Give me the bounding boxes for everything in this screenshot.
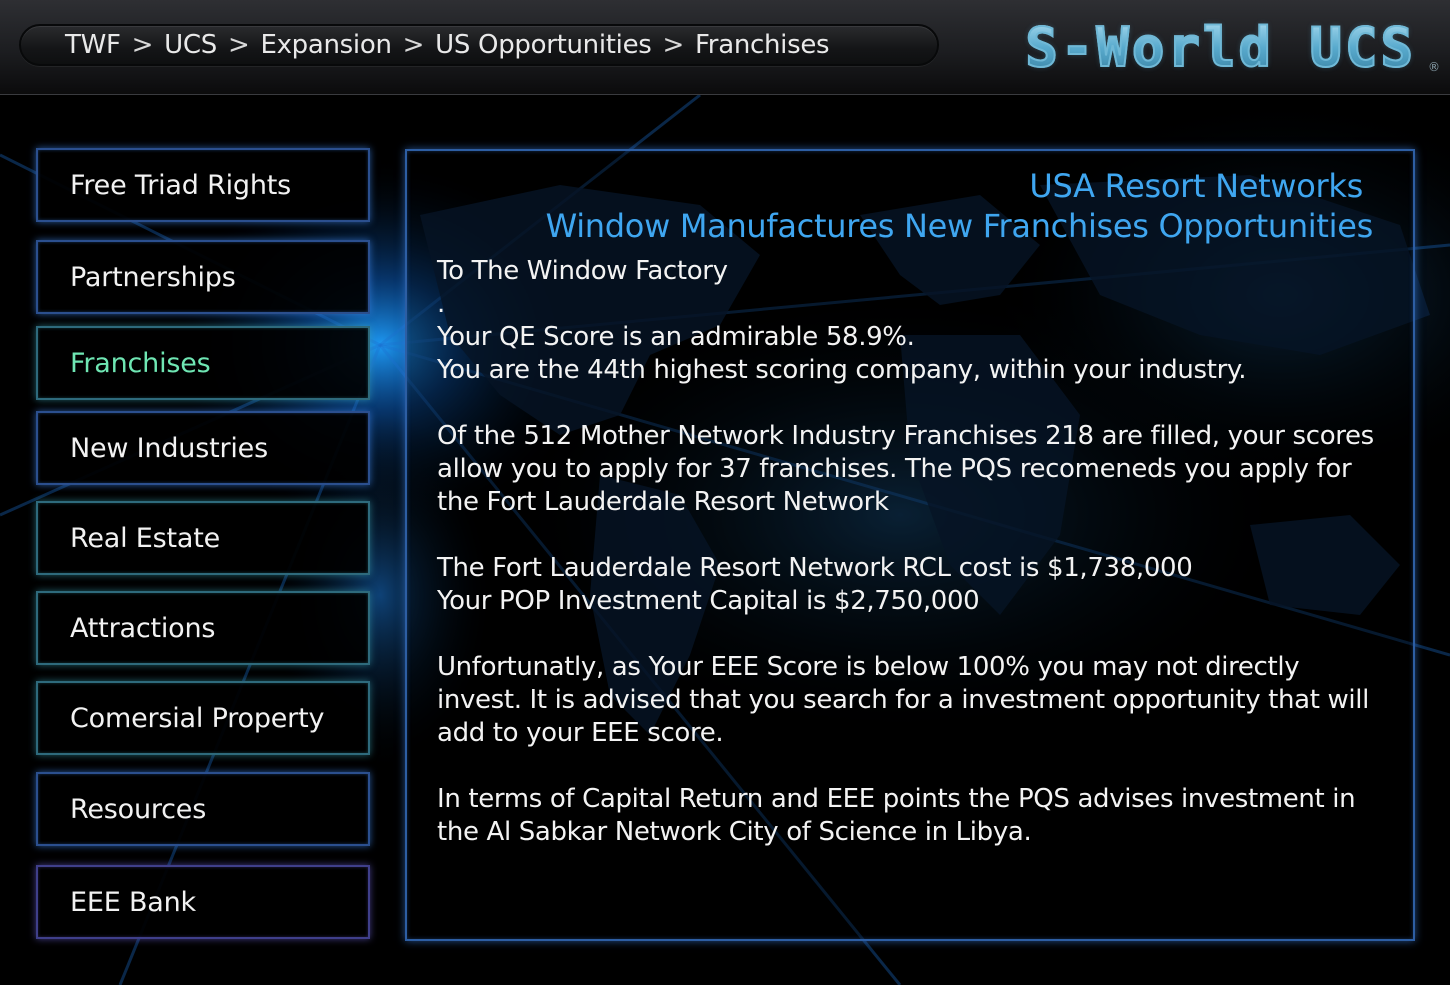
sidebar-item-free-triad-rights[interactable]: Free Triad Rights: [36, 148, 370, 222]
advice-paragraph: In terms of Capital Return and EEE point…: [437, 784, 1356, 847]
dot-text: .: [437, 289, 445, 319]
breadcrumb-item-twf[interactable]: TWF: [65, 30, 121, 60]
breadcrumb-separator: >: [662, 30, 685, 60]
sidebar-item-comersial-property[interactable]: Comersial Property: [36, 681, 370, 755]
registered-mark: ®: [1428, 60, 1440, 74]
content-panel: USA Resort Networks Window Manufactures …: [405, 149, 1415, 941]
greeting-text: To The Window Factory: [437, 256, 728, 286]
sidebar-item-partnerships[interactable]: Partnerships: [36, 240, 370, 314]
app-logo: S-World UCS: [1024, 15, 1416, 80]
breadcrumb-item-franchises: Franchises: [695, 30, 830, 60]
sidebar-item-eee-bank[interactable]: EEE Bank: [36, 865, 370, 939]
eee-paragraph: Unfortunatly, as Your EEE Score is below…: [437, 652, 1370, 748]
sidebar-item-franchises[interactable]: Franchises: [36, 326, 370, 400]
panel-subtitle: Window Manufactures New Franchises Oppor…: [545, 207, 1374, 245]
breadcrumb-item-ucs[interactable]: UCS: [164, 30, 217, 60]
breadcrumb-separator: >: [227, 30, 250, 60]
sidebar-item-attractions[interactable]: Attractions: [36, 591, 370, 665]
breadcrumb-item-us-opportunities[interactable]: US Opportunities: [435, 30, 652, 60]
panel-body: To The Window Factory . Your QE Score is…: [437, 255, 1387, 849]
header-bar: TWF > UCS > Expansion > US Opportunities…: [0, 0, 1450, 95]
qe-score-text: Your QE Score is an admirable 58.9%.: [437, 322, 915, 352]
rank-text: You are the 44th highest scoring company…: [437, 355, 1247, 385]
sidebar-item-real-estate[interactable]: Real Estate: [36, 501, 370, 575]
breadcrumb-item-expansion[interactable]: Expansion: [260, 30, 391, 60]
franchise-paragraph: Of the 512 Mother Network Industry Franc…: [437, 421, 1374, 517]
sidebar-item-resources[interactable]: Resources: [36, 772, 370, 846]
rcl-cost-text: The Fort Lauderdale Resort Network RCL c…: [437, 553, 1193, 583]
breadcrumb-separator: >: [402, 30, 425, 60]
breadcrumb: TWF > UCS > Expansion > US Opportunities…: [19, 24, 939, 66]
panel-title: USA Resort Networks: [1029, 167, 1363, 205]
sidebar-item-new-industries[interactable]: New Industries: [36, 411, 370, 485]
breadcrumb-separator: >: [131, 30, 154, 60]
pop-capital-text: Your POP Investment Capital is $2,750,00…: [437, 586, 980, 616]
